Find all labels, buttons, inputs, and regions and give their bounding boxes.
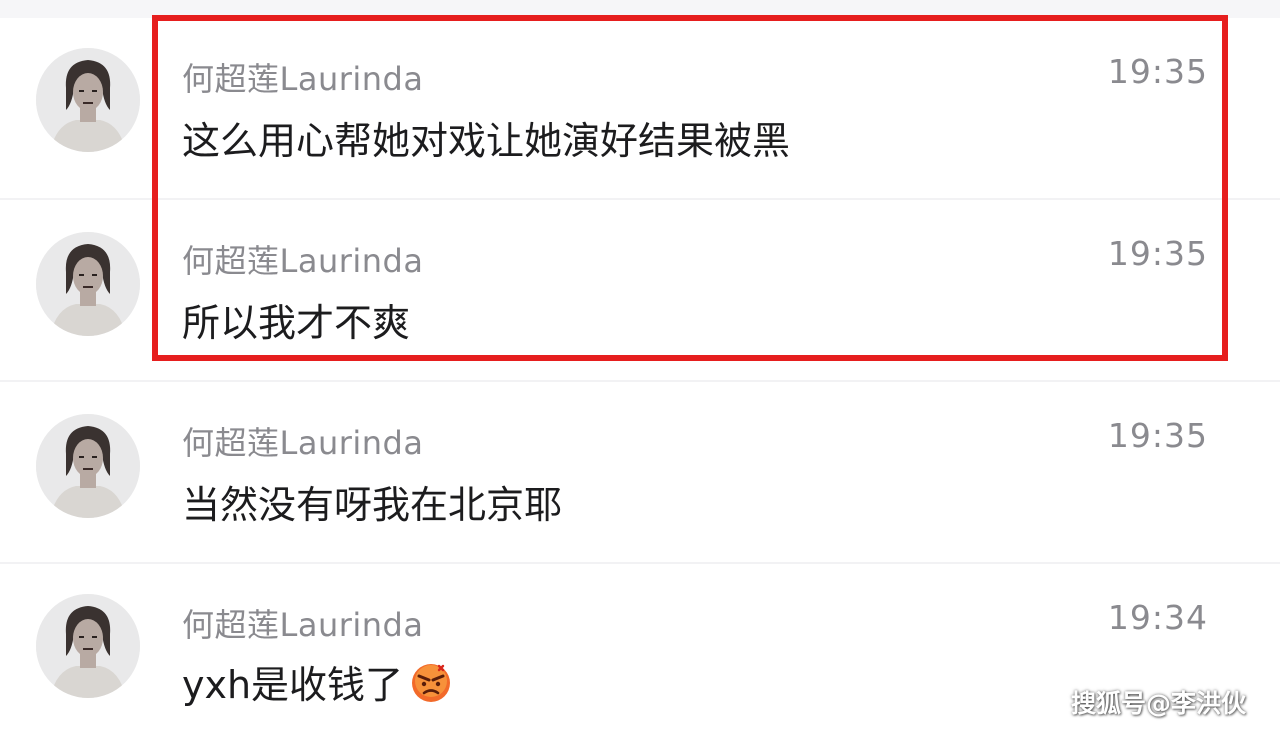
avatar-icon — [36, 594, 140, 698]
avatar[interactable] — [36, 232, 140, 336]
message-text: 所以我才不爽 — [182, 301, 411, 345]
angry-face-emoji-icon — [409, 660, 453, 704]
message-text: yxh是收钱了 — [182, 663, 404, 707]
message-time: 19:34 — [1107, 598, 1208, 637]
avatar[interactable] — [36, 48, 140, 152]
message-text: 这么用心帮她对戏让她演好结果被黑 — [182, 119, 791, 163]
message-row[interactable]: 何超莲Laurinda 19:35 所以我才不爽 — [0, 200, 1280, 380]
message-time: 19:35 — [1107, 416, 1208, 455]
sender-name: 何超莲Laurinda — [182, 242, 424, 280]
sender-name: 何超莲Laurinda — [182, 424, 424, 462]
sender-name: 何超莲Laurinda — [182, 60, 424, 98]
watermark: 搜狐号@李洪伙 — [1070, 689, 1246, 718]
message-time: 19:35 — [1107, 234, 1208, 273]
message-text: 当然没有呀我在北京耶 — [182, 483, 563, 527]
avatar-icon — [36, 232, 140, 336]
top-strip — [0, 0, 1280, 19]
message-text-container: yxh是收钱了 — [182, 654, 453, 709]
sender-name: 何超莲Laurinda — [182, 606, 424, 644]
avatar-icon — [36, 48, 140, 152]
message-row[interactable]: 何超莲Laurinda 19:35 当然没有呀我在北京耶 — [0, 382, 1280, 562]
avatar[interactable] — [36, 594, 140, 698]
avatar-icon — [36, 414, 140, 518]
message-time: 19:35 — [1107, 52, 1208, 91]
avatar[interactable] — [36, 414, 140, 518]
message-row[interactable]: 何超莲Laurinda 19:35 这么用心帮她对戏让她演好结果被黑 — [0, 18, 1280, 198]
